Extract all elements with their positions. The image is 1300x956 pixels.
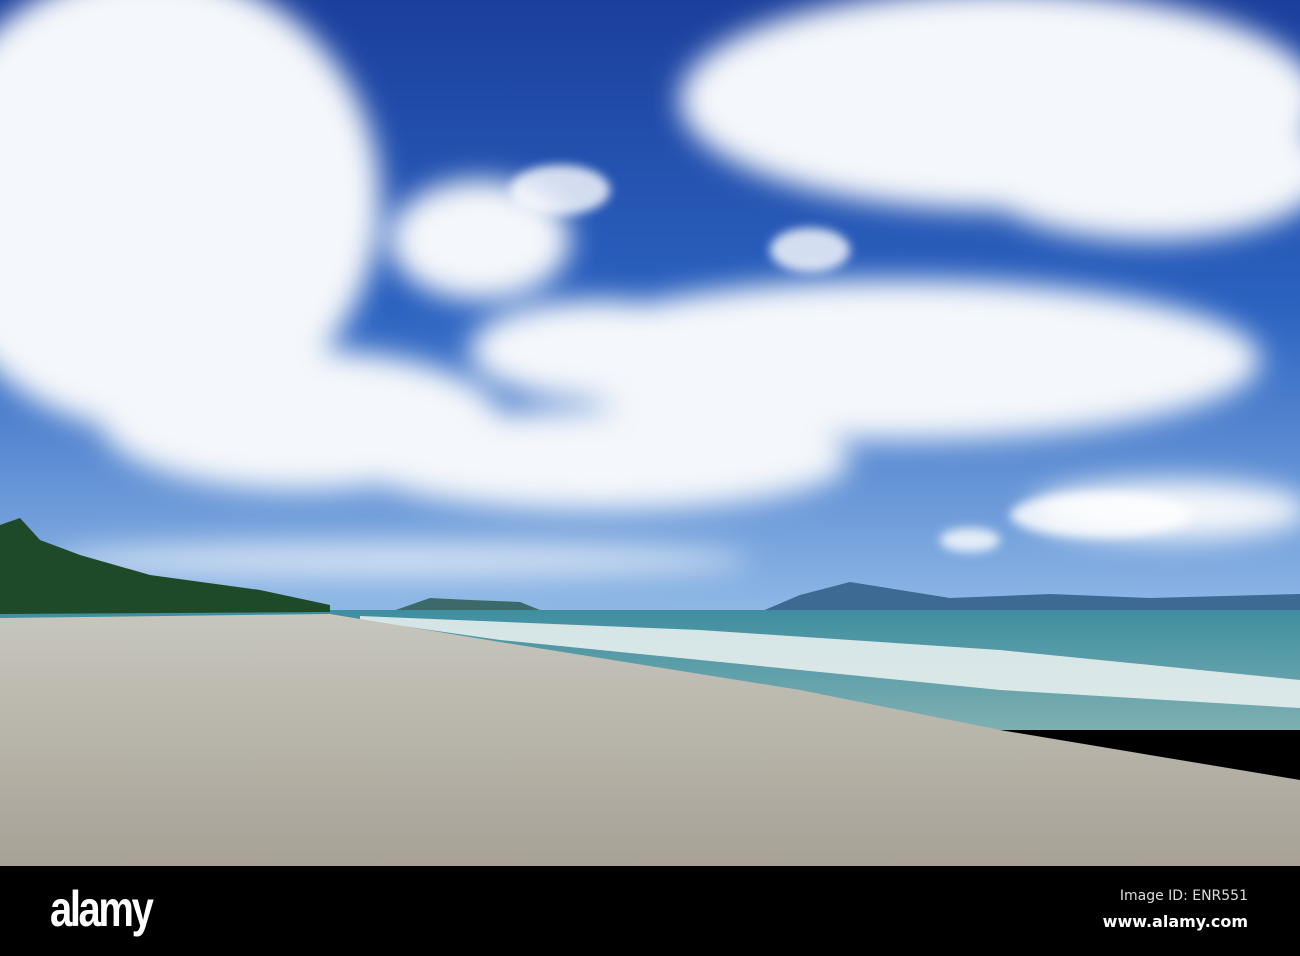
website-link: www.alamy.com [1102, 912, 1248, 931]
alamy-logo: alamy [50, 881, 154, 937]
image-id: Image ID: ENR551 [1119, 888, 1248, 904]
watermark-footer: alamy Image ID: ENR551 www.alamy.com [0, 866, 1300, 956]
beach-photo [0, 0, 1300, 866]
